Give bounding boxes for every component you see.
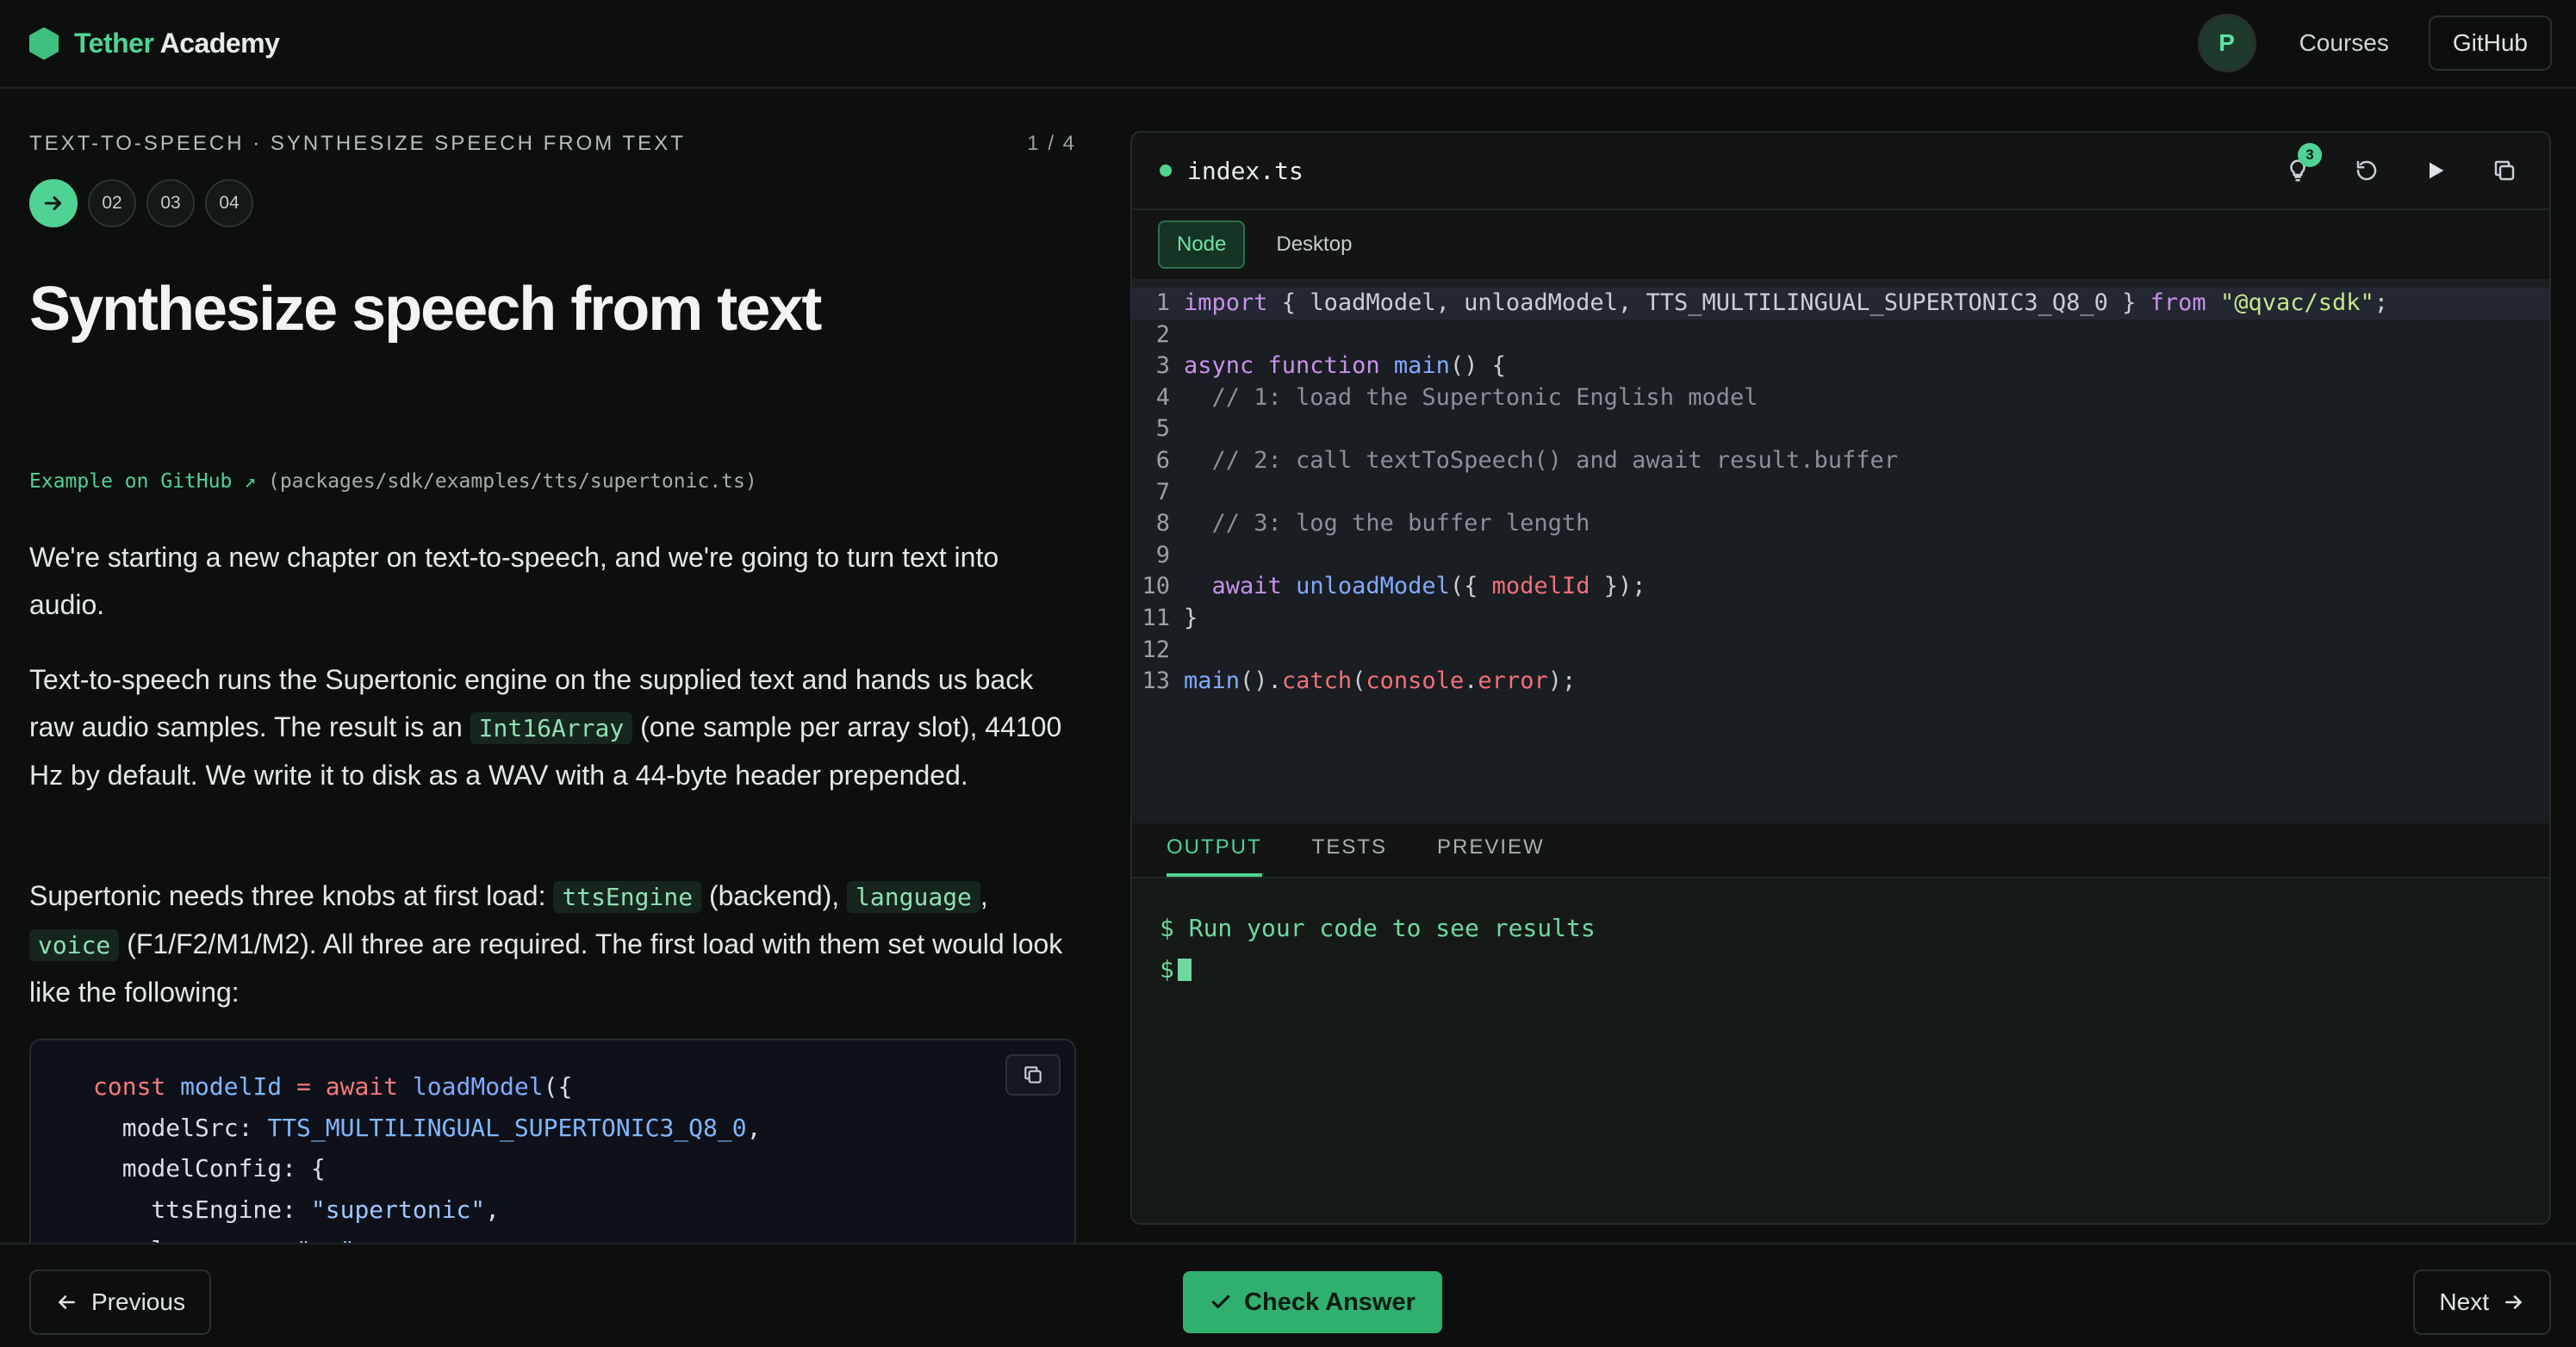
p3-text-a: Supertonic needs three knobs at first lo… — [29, 880, 554, 911]
copy-code-button[interactable] — [1005, 1054, 1061, 1096]
courses-link[interactable]: Courses — [2299, 29, 2389, 57]
code-line: 13 main().catch(console.error); — [1132, 666, 2549, 698]
brand-part-1: Tether — [74, 28, 154, 59]
code-line: 10 await unloadModel({ modelId }); — [1132, 571, 2549, 603]
terminal-line: $ Run your code to see results — [1160, 914, 1596, 942]
top-bar: Tether Academy P Courses GitHub — [0, 0, 2576, 89]
tab-node[interactable]: Node — [1158, 220, 1246, 269]
copy-icon — [1024, 1066, 1042, 1083]
p3-text-c: , — [980, 880, 988, 911]
tab-preview[interactable]: PREVIEW — [1437, 835, 1545, 877]
github-button[interactable]: GitHub — [2428, 16, 2552, 71]
tab-tests[interactable]: TESTS — [1312, 835, 1387, 877]
line-number: 11 — [1142, 604, 1170, 631]
run-button[interactable] — [2417, 152, 2455, 189]
line-number: 12 — [1142, 636, 1170, 663]
code-example-block: const modelId = await loadModel({ modelS… — [29, 1039, 1076, 1243]
hint-count-badge: 3 — [2298, 143, 2322, 167]
example-link-text[interactable]: Example on GitHub ↗ — [29, 470, 256, 493]
code-line: 9 — [1132, 540, 2549, 572]
code-line: 4 // 1: load the Supertonic English mode… — [1132, 382, 2549, 414]
line-number: 10 — [1142, 573, 1170, 600]
lesson-title: Synthesize speech from text — [29, 275, 822, 344]
file-status-dot — [1160, 164, 1172, 177]
step-02[interactable]: 02 — [88, 179, 136, 227]
code-line: 3 async function main() { — [1132, 351, 2549, 382]
line-number: 8 — [1155, 510, 1170, 537]
hint-button[interactable]: 3 — [2279, 143, 2322, 189]
code-line: 5 — [1132, 413, 2549, 445]
arrow-left-icon — [59, 1295, 75, 1309]
inline-code-language: language — [847, 881, 980, 913]
copy-icon — [2494, 160, 2515, 181]
check-answer-label: Check Answer — [1244, 1288, 1416, 1316]
reset-button[interactable] — [2348, 152, 2386, 189]
inline-code-int16array: Int16Array — [470, 712, 633, 744]
code-line: 12 — [1132, 635, 2549, 667]
arrow-right-icon — [2505, 1295, 2522, 1309]
p3-text-d: (F1/F2/M1/M2). All three are required. T… — [29, 928, 1063, 1008]
terminal-cursor — [1177, 959, 1192, 981]
code-line: 6 // 2: call textToSpeech() and await re… — [1132, 445, 2549, 477]
editor-toolbar: 3 — [2279, 143, 2523, 189]
copy-editor-button[interactable] — [2486, 152, 2523, 189]
inline-code-ttsengine: ttsEngine — [553, 881, 702, 913]
step-current-arrow-icon[interactable] — [29, 179, 78, 227]
code-editor-panel: index.ts 3 Node Desktop 1 import { loadMo… — [1130, 131, 2551, 1225]
check-answer-button[interactable]: Check Answer — [1183, 1271, 1442, 1333]
step-indicator: 02 03 04 — [29, 179, 253, 227]
footer-bar: Previous Check Answer Next — [0, 1243, 2576, 1347]
line-number: 4 — [1155, 383, 1170, 411]
line-number: 5 — [1155, 415, 1170, 443]
step-counter: 1 / 4 — [1027, 132, 1076, 155]
p3-text-b: (backend), — [701, 880, 848, 911]
step-03[interactable]: 03 — [146, 179, 195, 227]
check-icon — [1211, 1294, 1230, 1309]
paragraph-knobs: Supertonic needs three knobs at first lo… — [29, 872, 1076, 1016]
line-number: 1 — [1155, 289, 1170, 316]
breadcrumb: TEXT-TO-SPEECH · SYNTHESIZE SPEECH FROM … — [29, 132, 686, 155]
previous-button[interactable]: Previous — [29, 1269, 211, 1335]
avatar[interactable]: P — [2197, 14, 2256, 72]
example-path: (packages/sdk/examples/tts/supertonic.ts… — [267, 470, 757, 493]
line-number: 7 — [1155, 478, 1170, 506]
line-number: 6 — [1155, 446, 1170, 474]
code-line: 1 import { loadModel, unloadModel, TTS_MU… — [1132, 288, 2549, 320]
reset-icon — [2356, 160, 2377, 181]
paragraph-intro: We're starting a new chapter on text-to-… — [29, 542, 999, 620]
code-line: 7 — [1132, 477, 2549, 509]
editor-header: index.ts 3 — [1132, 133, 2549, 210]
line-number: 13 — [1142, 667, 1170, 695]
output-tabs: OUTPUT TESTS PREVIEW — [1132, 823, 2549, 878]
brand-part-2: Academy — [159, 28, 280, 59]
hexagon-logo-icon — [29, 27, 59, 60]
example-link[interactable]: Example on GitHub ↗ (packages/sdk/exampl… — [29, 470, 757, 493]
step-04[interactable]: 04 — [205, 179, 253, 227]
tab-output[interactable]: OUTPUT — [1167, 835, 1262, 877]
paragraph-tts: Text-to-speech runs the Supertonic engin… — [29, 656, 1076, 799]
code-example-text: const modelId = await loadModel({ modelS… — [93, 1072, 762, 1243]
code-line: 11} — [1132, 603, 2549, 635]
brand-name: Tether Academy — [74, 28, 280, 59]
previous-label: Previous — [91, 1288, 185, 1315]
terminal-prompt: $ — [1160, 955, 1174, 984]
play-icon — [2430, 162, 2444, 179]
header-nav: P Courses GitHub — [2197, 14, 2552, 72]
next-label: Next — [2439, 1288, 2489, 1315]
terminal-prompt-line: $ — [1160, 949, 2522, 990]
lesson-panel: TEXT-TO-SPEECH · SYNTHESIZE SPEECH FROM … — [29, 89, 1076, 1243]
line-number: 9 — [1155, 541, 1170, 568]
terminal-output: $ Run your code to see results $ — [1132, 878, 2549, 1223]
code-editor[interactable]: 1 import { loadModel, unloadModel, TTS_MU… — [1132, 281, 2549, 823]
next-button[interactable]: Next — [2413, 1269, 2551, 1335]
file-name: index.ts — [1187, 156, 1304, 185]
logo[interactable]: Tether Academy — [29, 27, 280, 60]
line-number: 3 — [1155, 352, 1170, 380]
tab-desktop[interactable]: Desktop — [1257, 220, 1371, 269]
line-number: 2 — [1155, 320, 1170, 348]
code-line: 8 // 3: log the buffer length — [1132, 508, 2549, 540]
code-line: 2 — [1132, 320, 2549, 351]
inline-code-voice: voice — [29, 929, 120, 961]
environment-tabs: Node Desktop — [1132, 210, 2549, 281]
